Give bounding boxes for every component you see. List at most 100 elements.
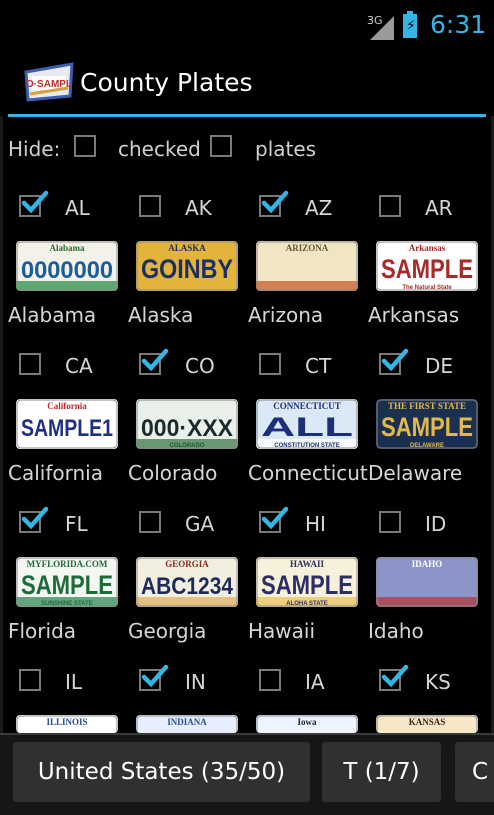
state-name: Delaware <box>368 461 463 485</box>
state-abbr: IN <box>185 670 206 694</box>
svg-text:CONNECTICUT: CONNECTICUT <box>273 401 341 411</box>
svg-text:HAWAII: HAWAII <box>290 559 325 569</box>
action-bar: O·SAMPL County Plates <box>0 48 494 116</box>
svg-text:SAMPLE: SAMPLE <box>381 412 473 442</box>
license-plate-image-id[interactable]: IDAHO <box>376 557 478 607</box>
svg-text:Iowa: Iowa <box>297 717 317 727</box>
state-abbr: AR <box>425 196 453 220</box>
state-name: Hawaii <box>248 619 316 643</box>
svg-text:ALASKA: ALASKA <box>168 243 206 253</box>
clock: 6:31 <box>430 10 487 39</box>
svg-text:SUNSHINE STATE: SUNSHINE STATE <box>41 601 92 607</box>
state-abbr: CA <box>65 354 93 378</box>
state-checkbox-ga[interactable] <box>139 511 161 533</box>
state-name: Georgia <box>128 619 207 643</box>
state-checkbox-al[interactable] <box>19 190 49 217</box>
plates-label: plates <box>255 137 317 161</box>
license-plate-image-az[interactable]: ARIZONA <box>256 241 358 291</box>
license-plate-image-il[interactable]: ILLINOISVANITY <box>16 715 118 733</box>
state-abbr: ID <box>425 512 447 536</box>
svg-text:MYFLORIDA.COM: MYFLORIDA.COM <box>27 559 108 569</box>
state-abbr: AL <box>65 196 90 220</box>
license-plate-image-ks[interactable]: KANSASABCDE <box>376 715 478 733</box>
hide-label: Hide: <box>8 137 61 161</box>
state-checkbox-de[interactable] <box>379 348 409 375</box>
state-name: Florida <box>8 619 77 643</box>
svg-text:000·XXX: 000·XXX <box>141 415 233 442</box>
svg-text:SAMPLE1: SAMPLE1 <box>21 415 113 442</box>
license-plate-image-al[interactable]: Alabama 0000000 <box>16 241 118 291</box>
state-checkbox-ar[interactable] <box>379 195 401 217</box>
network-type: 3G <box>367 14 383 27</box>
third-selector-button[interactable]: C <box>455 742 494 802</box>
state-name: Alaska <box>128 303 194 327</box>
svg-text:ARIZONA: ARIZONA <box>286 243 329 253</box>
state-checkbox-ct[interactable] <box>259 353 281 375</box>
license-plate-image-ga[interactable]: GEORGIA ABC1234 <box>136 557 238 607</box>
svg-text:ILLINOIS: ILLINOIS <box>46 717 87 727</box>
hide-plates-checkbox[interactable] <box>210 135 232 157</box>
svg-text:DELAWARE: DELAWARE <box>410 443 444 449</box>
license-plate-image-ct[interactable]: CONNECTICUT ALL CONSTITUTION STATE <box>256 399 358 449</box>
state-name: Arizona <box>248 303 324 327</box>
svg-text:ALOHA STATE: ALOHA STATE <box>286 601 328 607</box>
svg-text:The Natural State: The Natural State <box>402 285 452 291</box>
state-checkbox-ks[interactable] <box>379 664 409 691</box>
plate-type-button[interactable]: T (1/7) <box>322 742 441 802</box>
svg-text:SAMPLE: SAMPLE <box>21 570 113 600</box>
state-abbr: IA <box>305 670 325 694</box>
svg-text:Alabama: Alabama <box>49 243 85 253</box>
state-name: Connecticut <box>248 461 368 485</box>
license-plate-image-hi[interactable]: HAWAII SAMPLE ALOHA STATE <box>256 557 358 607</box>
battery-icon: ⚡ <box>403 11 417 38</box>
app-logo-icon[interactable]: O·SAMPL <box>24 58 74 106</box>
state-name: Arkansas <box>368 303 460 327</box>
svg-text:SAMPLE: SAMPLE <box>261 570 353 600</box>
svg-text:THE FIRST STATE: THE FIRST STATE <box>388 401 466 411</box>
svg-text:IDAHO: IDAHO <box>412 559 443 569</box>
country-selector-button[interactable]: United States (35/50) <box>13 742 310 802</box>
svg-text:Arkansas: Arkansas <box>409 243 446 253</box>
state-checkbox-ca[interactable] <box>19 353 41 375</box>
svg-text:ABC1234: ABC1234 <box>141 573 234 600</box>
license-plate-image-in[interactable]: INDIANA999AAA <box>136 715 238 733</box>
state-abbr: KS <box>425 670 451 694</box>
svg-text:KANSAS: KANSAS <box>409 717 446 727</box>
license-plate-image-ca[interactable]: California SAMPLE1 <box>16 399 118 449</box>
state-checkbox-il[interactable] <box>19 669 41 691</box>
state-abbr: IL <box>65 670 83 694</box>
state-abbr: CT <box>305 354 332 378</box>
state-abbr: DE <box>425 354 454 378</box>
svg-text:GOINBY: GOINBY <box>141 254 233 284</box>
license-plate-image-fl[interactable]: MYFLORIDA.COM SAMPLE SUNSHINE STATE <box>16 557 118 607</box>
state-abbr: AK <box>185 196 212 220</box>
state-checkbox-in[interactable] <box>139 664 169 691</box>
hide-checked-checkbox[interactable] <box>74 135 96 157</box>
state-checkbox-ak[interactable] <box>139 195 161 217</box>
checked-label: checked <box>118 137 201 161</box>
status-bar: 3G ⚡ 6:31 <box>0 0 494 48</box>
license-plate-image-ia[interactable]: IowaSAMPLE <box>256 715 358 733</box>
license-plate-image-de[interactable]: THE FIRST STATE SAMPLE DELAWARE <box>376 399 478 449</box>
svg-text:COLORADO: COLORADO <box>170 443 205 449</box>
state-abbr: GA <box>185 512 215 536</box>
state-abbr: AZ <box>305 196 333 220</box>
state-checkbox-fl[interactable] <box>19 506 49 533</box>
license-plate-image-ak[interactable]: ALASKA GOINBY <box>136 241 238 291</box>
state-name: Colorado <box>128 461 218 485</box>
state-abbr: CO <box>185 354 215 378</box>
state-name: California <box>8 461 103 485</box>
license-plate-image-ar[interactable]: Arkansas SAMPLE The Natural State <box>376 241 478 291</box>
state-checkbox-co[interactable] <box>139 348 169 375</box>
state-name: Alabama <box>8 303 97 327</box>
state-checkbox-id[interactable] <box>379 511 401 533</box>
svg-text:SAMPLE: SAMPLE <box>381 254 473 284</box>
state-checkbox-az[interactable] <box>259 190 289 217</box>
state-checkbox-ia[interactable] <box>259 669 281 691</box>
svg-text:GEORGIA: GEORGIA <box>165 559 209 569</box>
license-plate-image-co[interactable]: 000·XXX COLORADO <box>136 399 238 449</box>
state-abbr: FL <box>65 512 88 536</box>
state-checkbox-hi[interactable] <box>259 506 289 533</box>
state-abbr: HI <box>305 512 326 536</box>
svg-text:California: California <box>47 401 87 411</box>
